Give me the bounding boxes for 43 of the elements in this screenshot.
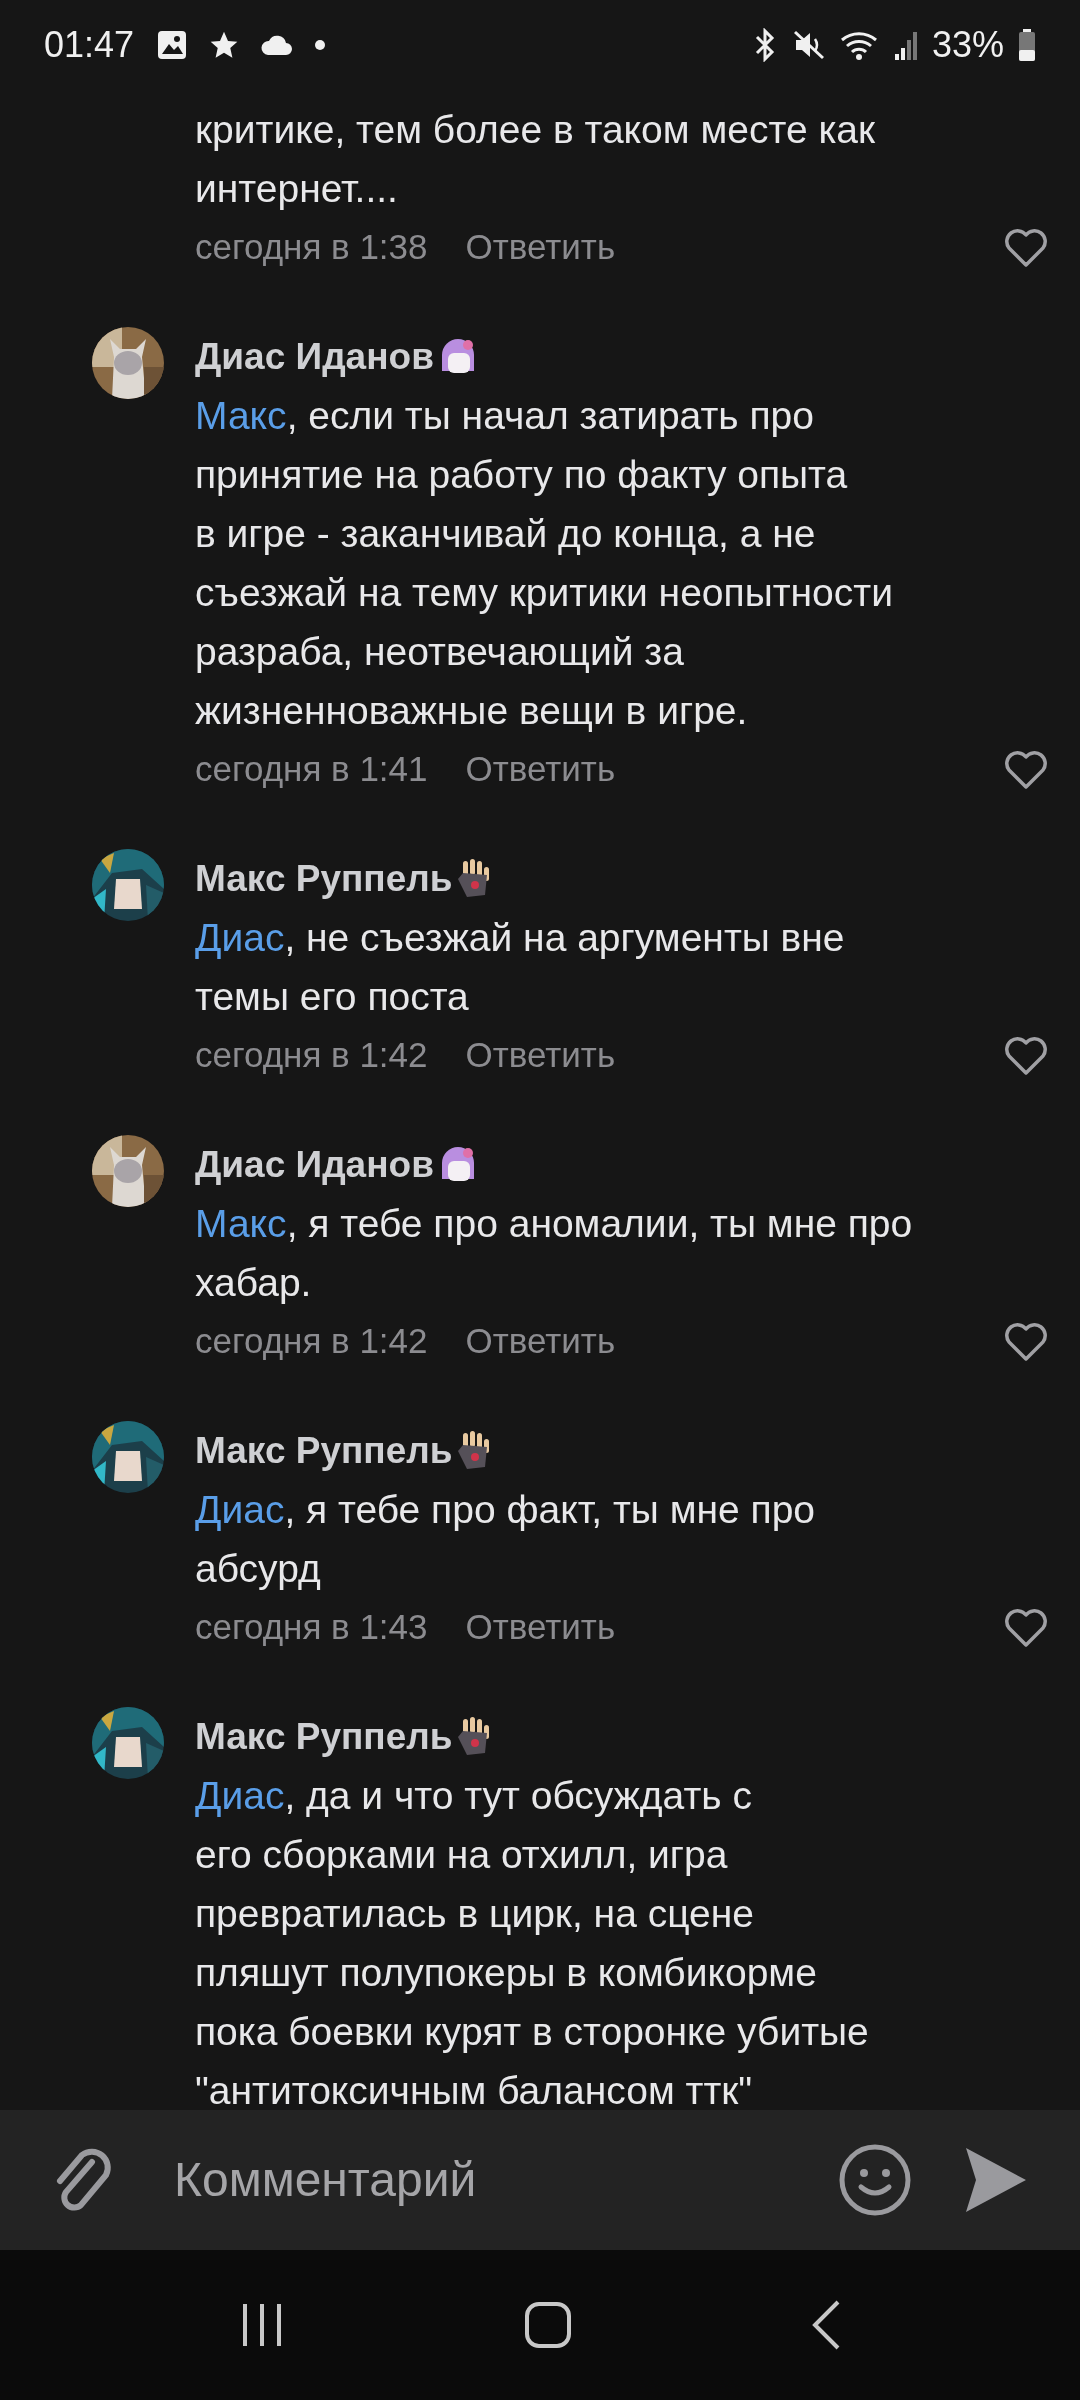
image-icon (156, 29, 189, 61)
send-icon[interactable] (964, 2147, 1028, 2213)
reply-button[interactable]: Ответить (465, 743, 616, 796)
heart-icon[interactable] (1004, 1321, 1048, 1362)
back-icon[interactable] (810, 2300, 841, 2350)
comment-text: Макс, если ты начал затирать про принятие на работу по факту опыта в игре - заканчивай до конца, а не съезжай на тему критики неопытности разраба, неотвечающий за жизненноважные вещи в игре. (195, 393, 894, 734)
signal-icon (893, 30, 918, 60)
comment-time: сегодня в 1:42 (195, 1320, 428, 1363)
author-name[interactable]: Макс Руппель (195, 1708, 453, 1765)
mention-link[interactable]: Макс (195, 1202, 287, 1245)
mention-link[interactable]: Диас (195, 916, 285, 959)
mute-icon (791, 28, 826, 62)
mention-link[interactable]: Макс (195, 394, 287, 437)
author-name[interactable]: Диас Иданов (195, 328, 434, 385)
comment-text: критике, тем более в таком месте как интернет.... (195, 107, 877, 212)
heart-icon[interactable] (1004, 227, 1048, 268)
comment-text: Диас, я тебе про факт, ты мне про абсурд (195, 1487, 817, 1592)
comment-time: сегодня в 1:41 (195, 748, 428, 791)
author-name[interactable]: Макс Руппель (195, 850, 453, 907)
heart-icon[interactable] (1004, 1035, 1048, 1076)
heart-icon[interactable] (1004, 1607, 1048, 1648)
mention-link[interactable]: Диас (195, 1488, 285, 1531)
reply-button[interactable]: Ответить (465, 1315, 616, 1368)
status-time: 01:47 (44, 23, 135, 67)
author-name[interactable]: Макс Руппель (195, 1422, 453, 1479)
comment-text: Макс, я тебе про аномалии, ты мне про хабар. (195, 1201, 914, 1306)
heart-icon[interactable] (1004, 749, 1048, 790)
comment-text: Диас, не съезжай на аргументы вне темы его поста (195, 915, 846, 1020)
mention-link[interactable]: Диас (195, 1774, 285, 1817)
comment-text: Диас, да и что тут обсуждать с его сборками на отхилл, игра превратилась в цирк, на сцене пляшут полупокеры в комбикорме пока боевки курят в сторонке убитые "антитоксичным балансом ттк" (195, 1773, 870, 2110)
reply-button[interactable]: Ответить (465, 1601, 616, 1654)
battery-icon (1018, 29, 1036, 61)
comment-time: сегодня в 1:42 (195, 1034, 428, 1077)
comment-time: сегодня в 1:43 (195, 1606, 428, 1649)
emoji-icon[interactable] (838, 2143, 912, 2217)
home-icon[interactable] (524, 2301, 572, 2349)
comment-time: сегодня в 1:38 (195, 226, 428, 269)
reply-button[interactable]: Ответить (465, 221, 616, 274)
reply-button[interactable]: Ответить (465, 1029, 616, 1082)
author-name[interactable]: Диас Иданов (195, 1136, 434, 1193)
dot-icon (314, 39, 327, 51)
cloud-icon (260, 33, 295, 57)
battery-percent: 33% (931, 23, 1004, 67)
